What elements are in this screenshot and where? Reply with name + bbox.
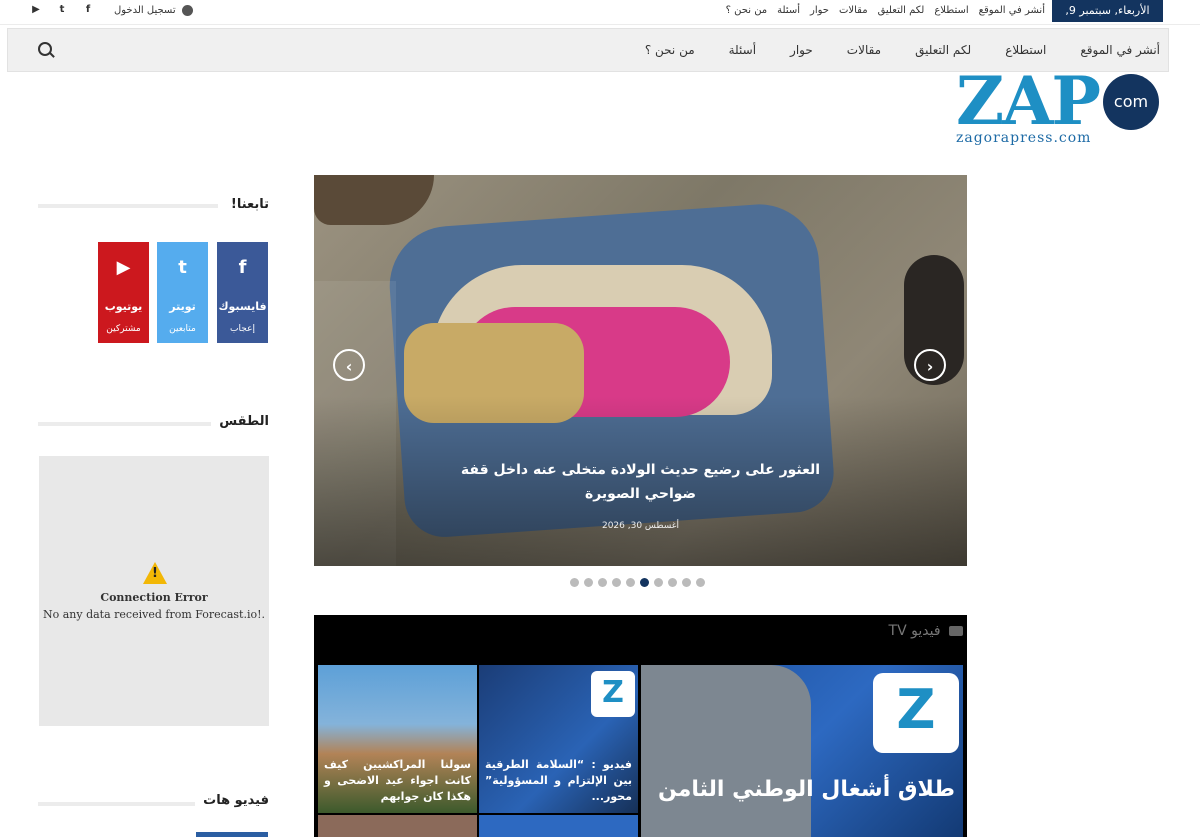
top-bar: ▶ t f تسجيل الدخول أنشر في الموقع استطلا… (0, 0, 1200, 39)
zap-logo-icon: Z (591, 671, 635, 717)
weather-error-title: Connection Error (100, 591, 208, 604)
video-thumbnail-person (641, 665, 811, 837)
slider-dot[interactable] (682, 578, 691, 587)
top-link-articles[interactable]: مقالات (839, 0, 868, 22)
video-caption: طلاق أشغال الوطني الثامن (657, 777, 955, 802)
social-box-name: فايسبوك (218, 300, 267, 313)
slider-prev-button[interactable]: ‹ (333, 349, 365, 381)
zap-logo-icon: Z (873, 673, 959, 753)
user-icon (181, 4, 193, 16)
video-caption: سولنا المراكشيين كيف كانت اجواء عيد الاض… (324, 758, 471, 803)
social-box-name: تويتر (169, 300, 196, 313)
video-card[interactable]: سولنا المراكشيين كيف كانت اجواء عيد الاض… (318, 665, 477, 813)
top-link-about[interactable]: من نحن ؟ (726, 0, 767, 22)
nav-item-interview[interactable]: حوار (790, 29, 813, 71)
top-social-icons: ▶ t f (30, 4, 94, 16)
site-logo[interactable]: ZAP com zagorapress.com (953, 66, 1163, 152)
slider-dot[interactable] (654, 578, 663, 587)
follow-title: تابعنا! (222, 197, 269, 212)
divider (38, 802, 218, 806)
logo-text: ZAP (956, 62, 1101, 140)
video-card[interactable]: Z طلاق أشغال الوطني الثامن (641, 665, 963, 837)
featured-slider[interactable]: العثور على رضيع حديث الولادة متخلى عنه د… (314, 175, 967, 566)
video-card[interactable] (318, 815, 477, 837)
login-label: تسجيل الدخول (114, 5, 176, 16)
videos-widget-header: فيديو هات (38, 793, 269, 813)
warning-icon (143, 562, 167, 584)
youtube-icon[interactable]: ▶ (30, 4, 42, 16)
videos-title: فيديو هات (195, 793, 269, 808)
weather-error-message: No any data received from Forecast.io!. (42, 608, 266, 621)
weather-widget: Connection Error No any data received fr… (39, 456, 269, 726)
slider-dot[interactable] (696, 578, 705, 587)
slider-dots (570, 578, 705, 587)
top-link-poll[interactable]: استطلاع (934, 0, 968, 22)
slider-dot[interactable] (640, 578, 649, 587)
divider (38, 204, 218, 208)
weather-title: الطقس (211, 414, 269, 429)
social-box-meta: متابعين (169, 324, 196, 334)
video-thumbnail[interactable] (196, 832, 268, 837)
video-card[interactable] (479, 815, 638, 837)
top-links: أنشر في الموقع استطلاع لكم التعليق مقالا… (726, 0, 1045, 22)
slider-dot[interactable] (598, 578, 607, 587)
video-camera-icon (949, 626, 963, 636)
social-box-meta: مشتركين (106, 324, 141, 334)
weather-widget-header: الطقس (38, 414, 269, 434)
nav-item-about[interactable]: من نحن ؟ (645, 29, 695, 71)
nav-item-articles[interactable]: مقالات (847, 29, 881, 71)
top-link-interview[interactable]: حوار (810, 0, 829, 22)
slider-dot[interactable] (584, 578, 593, 587)
top-link-comments[interactable]: لكم التعليق (878, 0, 925, 22)
twitter-icon[interactable]: t (56, 4, 68, 16)
divider (38, 422, 218, 426)
video-tv-heading: فيديو TV (889, 623, 963, 639)
twitter-icon: t (178, 257, 187, 278)
top-link-questions[interactable]: أسئلة (777, 0, 800, 22)
video-card[interactable]: Z فيديو : “السلامة الطرقية بين الإلتزام … (479, 665, 638, 813)
social-box-twitter[interactable]: t تويتر متابعين (157, 242, 208, 343)
slider-next-button[interactable]: › (914, 349, 946, 381)
video-caption: فيديو : “السلامة الطرقية بين الإلتزام و … (485, 758, 632, 803)
social-box-name: يوتيوب (104, 300, 143, 313)
facebook-icon[interactable]: f (82, 4, 94, 16)
youtube-icon: ▶ (116, 257, 131, 278)
slider-dot[interactable] (626, 578, 635, 587)
logo-badge: com (1103, 74, 1159, 130)
social-box-facebook[interactable]: f فايسبوك إعجاب (217, 242, 268, 343)
nav-item-questions[interactable]: أسئلة (729, 29, 756, 71)
social-box-meta: إعجاب (230, 324, 255, 334)
date-badge: الأربعاء, سبتمبر 9, 2026 (1052, 0, 1163, 39)
social-box-youtube[interactable]: ▶ يوتيوب مشتركين (98, 242, 149, 343)
video-tv-title: فيديو TV (888, 623, 941, 639)
search-icon[interactable] (38, 42, 52, 56)
facebook-icon: f (238, 257, 247, 278)
slider-dot[interactable] (570, 578, 579, 587)
video-tv-section: فيديو TV سولنا المراكشيين كيف كانت اجواء… (314, 615, 967, 837)
slider-dot[interactable] (668, 578, 677, 587)
slide-title[interactable]: العثور على رضيع حديث الولادة متخلى عنه د… (434, 458, 847, 506)
top-link-publish[interactable]: أنشر في الموقع (979, 0, 1045, 22)
login-link[interactable]: تسجيل الدخول (114, 0, 193, 22)
follow-widget-header: تابعنا! (38, 197, 269, 217)
logo-url: zagorapress.com (956, 130, 1092, 146)
slide-date: أغسطس 30, 2026 (601, 521, 680, 531)
slider-dot[interactable] (612, 578, 621, 587)
